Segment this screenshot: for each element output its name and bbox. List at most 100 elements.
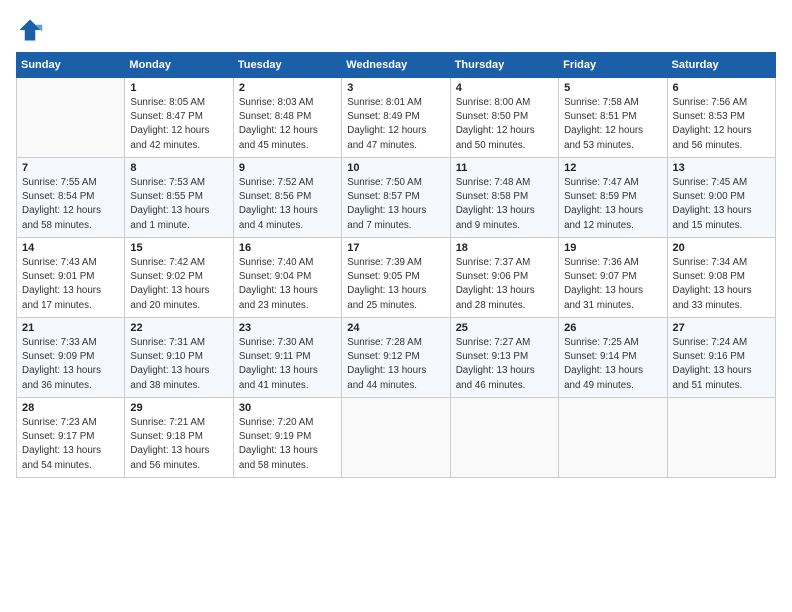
day-info: Sunrise: 8:03 AMSunset: 8:48 PMDaylight:… (239, 96, 336, 153)
day-cell: 10 Sunrise: 7:50 AMSunset: 8:57 PMDayligh… (342, 158, 450, 238)
day-cell: 18 Sunrise: 7:37 AMSunset: 9:06 PMDayligh… (450, 238, 558, 318)
day-number: 19 (564, 242, 661, 254)
day-info: Sunrise: 7:48 AMSunset: 8:58 PMDaylight:… (456, 176, 553, 233)
day-number: 28 (22, 402, 119, 414)
day-number: 6 (673, 82, 770, 94)
day-info: Sunrise: 7:23 AMSunset: 9:17 PMDaylight:… (22, 416, 119, 473)
day-number: 8 (130, 162, 227, 174)
day-number: 7 (22, 162, 119, 174)
day-number: 12 (564, 162, 661, 174)
day-info: Sunrise: 7:50 AMSunset: 8:57 PMDaylight:… (347, 176, 444, 233)
day-info: Sunrise: 7:55 AMSunset: 8:54 PMDaylight:… (22, 176, 119, 233)
day-number: 30 (239, 402, 336, 414)
day-cell: 27 Sunrise: 7:24 AMSunset: 9:16 PMDayligh… (667, 318, 775, 398)
day-number: 14 (22, 242, 119, 254)
header-cell-wednesday: Wednesday (342, 53, 450, 78)
day-info: Sunrise: 8:05 AMSunset: 8:47 PMDaylight:… (130, 96, 227, 153)
day-cell (667, 398, 775, 478)
day-cell: 23Sunrise: 7:30 AMSunset: 9:11 PMDayligh… (233, 318, 341, 398)
day-cell (450, 398, 558, 478)
day-cell: 4 Sunrise: 8:00 AMSunset: 8:50 PMDaylight… (450, 78, 558, 158)
day-number: 26 (564, 322, 661, 334)
day-cell: 15 Sunrise: 7:42 AMSunset: 9:02 PMDayligh… (125, 238, 233, 318)
day-info: Sunrise: 7:43 AMSunset: 9:01 PMDaylight:… (22, 256, 119, 313)
day-number: 5 (564, 82, 661, 94)
header-cell-thursday: Thursday (450, 53, 558, 78)
header-cell-sunday: Sunday (17, 53, 125, 78)
day-cell: 3 Sunrise: 8:01 AMSunset: 8:49 PMDaylight… (342, 78, 450, 158)
day-cell: 29 Sunrise: 7:21 AMSunset: 9:18 PMDayligh… (125, 398, 233, 478)
day-number: 4 (456, 82, 553, 94)
header-row: SundayMondayTuesdayWednesdayThursdayFrid… (17, 53, 776, 78)
day-info: Sunrise: 7:33 AMSunset: 9:09 PMDaylight:… (22, 336, 119, 393)
day-info: Sunrise: 7:39 AMSunset: 9:05 PMDaylight:… (347, 256, 444, 313)
day-cell: 20 Sunrise: 7:34 AMSunset: 9:08 PMDayligh… (667, 238, 775, 318)
day-cell: 30 Sunrise: 7:20 AMSunset: 9:19 PMDayligh… (233, 398, 341, 478)
day-info: Sunrise: 7:24 AMSunset: 9:16 PMDaylight:… (673, 336, 770, 393)
day-number: 21 (22, 322, 119, 334)
day-number: 2 (239, 82, 336, 94)
day-number: 13 (673, 162, 770, 174)
day-cell: 16Sunrise: 7:40 AMSunset: 9:04 PMDayligh… (233, 238, 341, 318)
logo-icon (16, 16, 44, 44)
day-info: Sunrise: 7:56 AMSunset: 8:53 PMDaylight:… (673, 96, 770, 153)
day-number: 17 (347, 242, 444, 254)
day-cell (17, 78, 125, 158)
day-cell: 1 Sunrise: 8:05 AMSunset: 8:47 PMDaylight… (125, 78, 233, 158)
day-number: 22 (130, 322, 227, 334)
day-cell: 21 Sunrise: 7:33 AMSunset: 9:09 PMDayligh… (17, 318, 125, 398)
day-info: Sunrise: 8:00 AMSunset: 8:50 PMDaylight:… (456, 96, 553, 153)
day-cell: 13 Sunrise: 7:45 AMSunset: 9:00 PMDayligh… (667, 158, 775, 238)
day-info: Sunrise: 8:01 AMSunset: 8:49 PMDaylight:… (347, 96, 444, 153)
day-cell (342, 398, 450, 478)
day-number: 25 (456, 322, 553, 334)
day-info: Sunrise: 7:34 AMSunset: 9:08 PMDaylight:… (673, 256, 770, 313)
day-cell: 19 Sunrise: 7:36 AMSunset: 9:07 PMDayligh… (559, 238, 667, 318)
day-cell (559, 398, 667, 478)
day-info: Sunrise: 7:20 AMSunset: 9:19 PMDaylight:… (239, 416, 336, 473)
day-cell: 7 Sunrise: 7:55 AMSunset: 8:54 PMDaylight… (17, 158, 125, 238)
header-cell-monday: Monday (125, 53, 233, 78)
day-cell: 9Sunrise: 7:52 AMSunset: 8:56 PMDaylight… (233, 158, 341, 238)
week-row-2: 7 Sunrise: 7:55 AMSunset: 8:54 PMDaylight… (17, 158, 776, 238)
day-number: 3 (347, 82, 444, 94)
day-cell: 14 Sunrise: 7:43 AMSunset: 9:01 PMDayligh… (17, 238, 125, 318)
day-info: Sunrise: 7:53 AMSunset: 8:55 PMDaylight:… (130, 176, 227, 233)
header-cell-saturday: Saturday (667, 53, 775, 78)
header-cell-tuesday: Tuesday (233, 53, 341, 78)
day-number: 10 (347, 162, 444, 174)
day-number: 27 (673, 322, 770, 334)
day-info: Sunrise: 7:36 AMSunset: 9:07 PMDaylight:… (564, 256, 661, 313)
day-info: Sunrise: 7:21 AMSunset: 9:18 PMDaylight:… (130, 416, 227, 473)
week-row-5: 28 Sunrise: 7:23 AMSunset: 9:17 PMDayligh… (17, 398, 776, 478)
day-info: Sunrise: 7:31 AMSunset: 9:10 PMDaylight:… (130, 336, 227, 393)
day-info: Sunrise: 7:28 AMSunset: 9:12 PMDaylight:… (347, 336, 444, 393)
week-row-1: 1 Sunrise: 8:05 AMSunset: 8:47 PMDaylight… (17, 78, 776, 158)
day-info: Sunrise: 7:58 AMSunset: 8:51 PMDaylight:… (564, 96, 661, 153)
day-cell: 22 Sunrise: 7:31 AMSunset: 9:10 PMDayligh… (125, 318, 233, 398)
day-cell: 12Sunrise: 7:47 AMSunset: 8:59 PMDayligh… (559, 158, 667, 238)
day-cell: 25 Sunrise: 7:27 AMSunset: 9:13 PMDayligh… (450, 318, 558, 398)
day-number: 18 (456, 242, 553, 254)
day-number: 20 (673, 242, 770, 254)
calendar-table: SundayMondayTuesdayWednesdayThursdayFrid… (16, 52, 776, 478)
day-number: 29 (130, 402, 227, 414)
day-number: 15 (130, 242, 227, 254)
day-info: Sunrise: 7:45 AMSunset: 9:00 PMDaylight:… (673, 176, 770, 233)
day-info: Sunrise: 7:42 AMSunset: 9:02 PMDaylight:… (130, 256, 227, 313)
day-number: 16 (239, 242, 336, 254)
day-number: 1 (130, 82, 227, 94)
day-info: Sunrise: 7:52 AMSunset: 8:56 PMDaylight:… (239, 176, 336, 233)
header-cell-friday: Friday (559, 53, 667, 78)
page-header (16, 16, 776, 44)
day-cell: 28 Sunrise: 7:23 AMSunset: 9:17 PMDayligh… (17, 398, 125, 478)
day-cell: 6 Sunrise: 7:56 AMSunset: 8:53 PMDaylight… (667, 78, 775, 158)
day-number: 11 (456, 162, 553, 174)
day-number: 24 (347, 322, 444, 334)
day-cell: 11 Sunrise: 7:48 AMSunset: 8:58 PMDayligh… (450, 158, 558, 238)
day-cell: 2 Sunrise: 8:03 AMSunset: 8:48 PMDaylight… (233, 78, 341, 158)
day-cell: 26Sunrise: 7:25 AMSunset: 9:14 PMDayligh… (559, 318, 667, 398)
day-info: Sunrise: 7:37 AMSunset: 9:06 PMDaylight:… (456, 256, 553, 313)
day-info: Sunrise: 7:30 AMSunset: 9:11 PMDaylight:… (239, 336, 336, 393)
day-info: Sunrise: 7:27 AMSunset: 9:13 PMDaylight:… (456, 336, 553, 393)
